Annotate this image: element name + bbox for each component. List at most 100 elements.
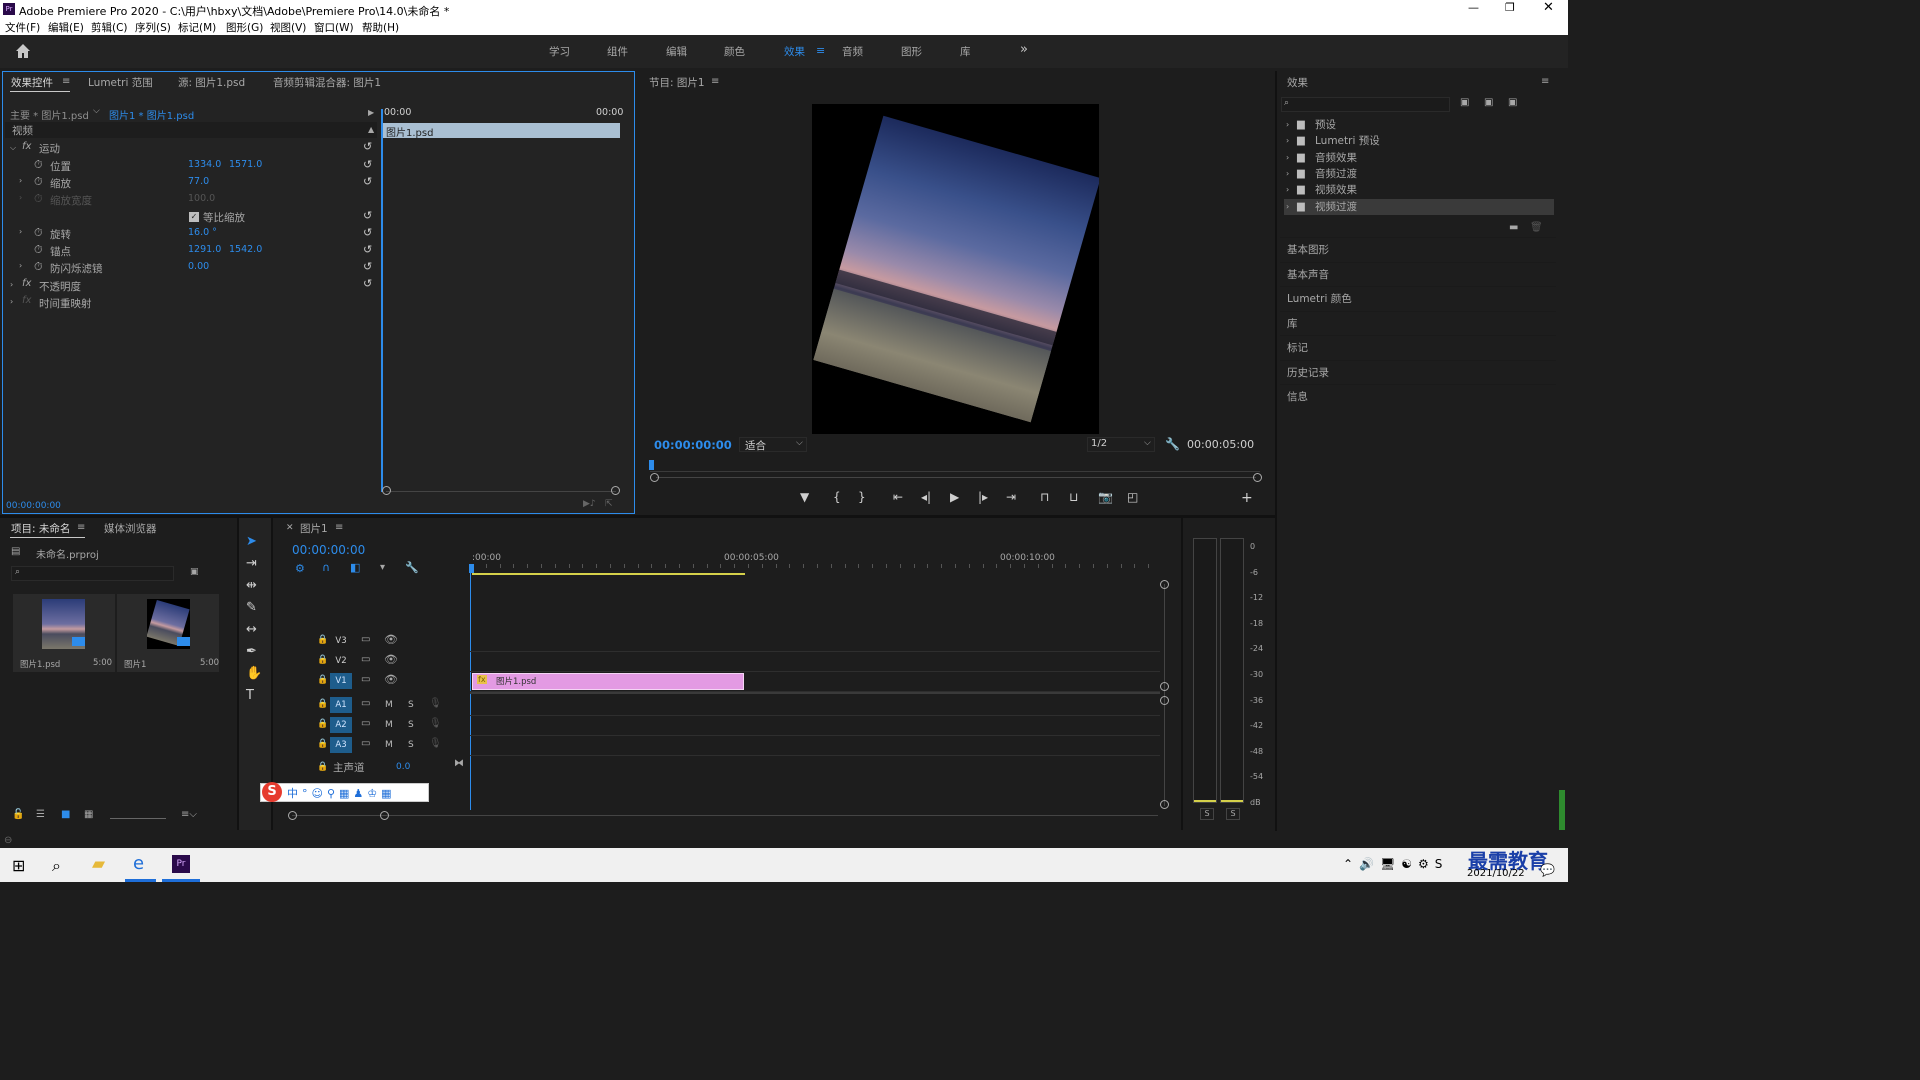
playhead-handle[interactable] [469,564,474,573]
menu-item-8[interactable]: 帮助(H) [362,20,399,35]
sync-lock-icon[interactable]: ▭ [361,738,370,749]
lock-icon[interactable]: 🔒 [317,719,328,729]
reset-icon[interactable]: ↺ [363,260,372,273]
32bit-effects-icon[interactable]: ▣ [1484,97,1493,108]
expand-icon[interactable]: › [19,176,22,185]
close-tab-icon[interactable]: ✕ [286,523,294,533]
restore-icon[interactable]: ❐ [1505,1,1515,14]
stopwatch-icon[interactable]: ⏱ [34,175,43,189]
lock-icon[interactable]: 🔒 [317,762,328,772]
step-back-icon[interactable]: ◂| [921,490,931,504]
prop-value-5[interactable]: 1291.0 [188,244,221,255]
go-to-out-icon[interactable]: ⇥ [1006,490,1016,504]
menu-item-5[interactable]: 图形(G) [226,20,263,35]
tray-icons[interactable]: ⌃🔊🖥☯⚙S [1343,857,1448,871]
stopwatch-icon[interactable]: ⏱ [34,158,43,172]
vscroll-handle[interactable] [1160,580,1169,589]
project-item-1[interactable]: 图片1.psd 5:00 [13,594,115,672]
workspace-tab-3[interactable]: 颜色 [724,44,745,59]
timeline-vscroll[interactable] [1164,584,1165,806]
reset-icon[interactable]: ↺ [363,175,372,188]
ec-tab-2[interactable]: 源: 图片1.psd [178,75,245,90]
sync-lock-icon[interactable]: ▭ [361,698,370,709]
expand-icon[interactable]: › [10,280,13,289]
ec-tab-3[interactable]: 音频剪辑混合器: 图片1 [273,75,381,90]
track-target-V2[interactable]: V2 [330,653,352,669]
project-item-2[interactable]: 图片1 5:00 [117,594,219,672]
workspace-tab-2[interactable]: 编辑 [666,44,687,59]
lift-icon[interactable]: ⊓ [1040,490,1049,504]
mic-icon[interactable]: 🎙 [429,738,442,749]
lock-icon[interactable]: 🔒 [317,675,328,685]
timeline-timecode[interactable]: 00:00:00:00 [292,543,365,557]
add-marker-icon[interactable]: ▾ [380,562,385,573]
scroll-handle-right[interactable] [611,486,620,495]
panel-header-5[interactable]: 历史记录 [1280,359,1556,384]
workspace-tab-0[interactable]: 学习 [549,44,570,59]
play-icon[interactable]: ▶ [950,490,959,504]
track-target-A2[interactable]: A2 [330,717,352,733]
menu-item-3[interactable]: 序列(S) [135,20,171,35]
yuv-effects-icon[interactable]: ▣ [1508,97,1517,108]
workspace-tab-5[interactable]: 音频 [842,44,863,59]
reset-icon[interactable]: ↺ [363,209,372,222]
program-timecode[interactable]: 00:00:00:00 [654,438,732,452]
timeline-playhead[interactable] [470,566,471,810]
new-bin-icon[interactable]: ▬ [1509,222,1518,233]
stopwatch-icon[interactable]: ⏱ [34,243,43,257]
vscroll-handle[interactable] [1160,800,1169,809]
panel-header-4[interactable]: 标记 [1280,335,1556,359]
scroll-handle-right[interactable] [1253,473,1262,482]
zoom-slider[interactable] [110,811,166,819]
premiere-taskbar-icon[interactable]: Pr [172,855,190,873]
expand-motion-icon[interactable]: ⌵ [10,143,16,153]
expand-icon[interactable]: › [19,261,22,270]
project-tab-1[interactable]: 媒体浏览器 [104,521,157,536]
delete-icon[interactable]: 🗑 [1530,222,1543,233]
track-target-A1[interactable]: A1 [330,697,352,713]
scroll-handle-left[interactable] [650,473,659,482]
mark-in-icon[interactable]: { [833,490,841,504]
program-menu-icon[interactable]: ≡ [711,76,719,87]
track-target-V3[interactable]: V3 [330,633,352,649]
extract-icon[interactable]: ⊔ [1069,490,1078,504]
scroll-handle-left[interactable] [288,811,297,820]
effects-folder-3[interactable]: › ▆ 音频过渡 [1284,166,1554,182]
timeline-settings-icon[interactable]: 🔧 [405,561,419,574]
accelerated-effects-icon[interactable]: ▣ [1460,97,1469,108]
prop-value2-0[interactable]: 1571.0 [229,159,262,170]
lock-icon[interactable]: 🔒 [317,655,328,665]
ripple-edit-icon[interactable]: ⇹ [246,578,257,593]
project-tab-0[interactable]: 项目: 未命名 [11,521,70,536]
menu-item-6[interactable]: 视图(V) [270,20,306,35]
workspace-menu-icon[interactable]: ≡ [816,44,825,57]
fx-icon[interactable]: fx [22,278,31,289]
workspace-tab-1[interactable]: 组件 [607,44,628,59]
reset-icon[interactable]: ↺ [363,243,372,256]
wrench-icon[interactable]: 🔧 [1165,437,1180,451]
expand-icon[interactable]: › [19,193,22,202]
ec-scroll-track[interactable] [386,491,616,492]
meter-solo-button[interactable]: S [1226,808,1240,820]
solo-button[interactable]: S [408,700,414,710]
workspace-tab-7[interactable]: 库 [960,44,971,59]
mute-button[interactable]: M [385,720,393,730]
lock-icon[interactable]: 🔓 [12,809,24,820]
play-audio-icon[interactable]: ▶♪ [583,499,596,509]
eye-icon[interactable]: 👁 [384,673,398,686]
panel-menu-icon[interactable]: ≡ [62,76,70,87]
panel-header-3[interactable]: 库 [1280,310,1556,335]
fx-icon[interactable]: fx [22,295,31,306]
prop-value-4[interactable]: 16.0 ° [188,227,217,238]
stopwatch-icon[interactable]: ⏱ [34,226,43,240]
menu-item-4[interactable]: 标记(M) [178,20,216,35]
project-menu-icon[interactable]: ≡ [77,522,85,533]
freeform-view-icon[interactable]: ▦ [84,809,93,820]
nest-icon[interactable]: ⚙ [295,562,305,575]
track-target-V1[interactable]: V1 [330,673,352,689]
work-area-bar[interactable] [472,573,745,575]
marker-icon[interactable]: ▼ [800,490,809,504]
scroll-up-icon[interactable]: ▲ [368,125,374,134]
panel-header-0[interactable]: 基本图形 [1280,237,1556,261]
track-target-A3[interactable]: A3 [330,737,352,753]
